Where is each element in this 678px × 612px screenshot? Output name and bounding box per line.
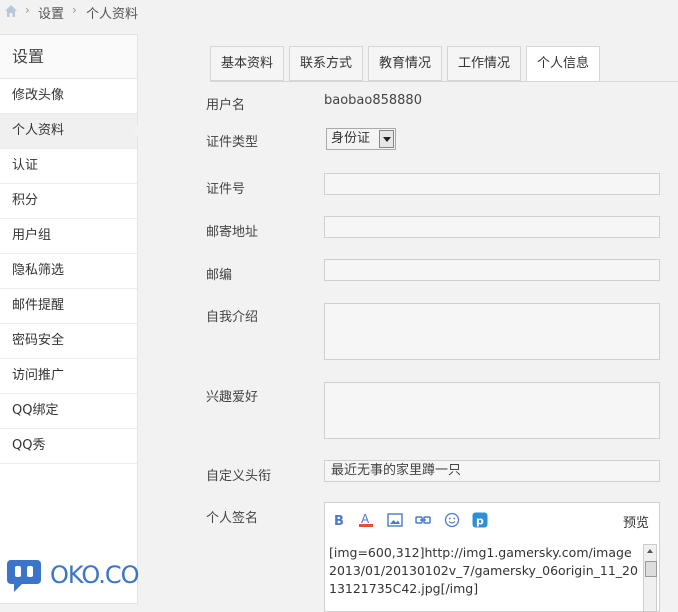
tab-education[interactable]: 教育情况 <box>368 46 442 81</box>
tab-personal-info[interactable]: 个人信息 <box>526 46 600 82</box>
editor-scrollbar[interactable] <box>643 544 657 612</box>
sidebar: 设置 修改头像 个人资料 认证 积分 用户组 隐私筛选 邮件提醒 密码安全 访问… <box>0 34 138 604</box>
address-label: 邮寄地址 <box>206 225 259 240</box>
breadcrumb-separator: › <box>25 3 30 17</box>
sidebar-item-privacy[interactable]: 隐私筛选 <box>0 254 137 289</box>
sidebar-item-profile[interactable]: 个人资料 <box>0 114 138 149</box>
sidebar-item-usergroup[interactable]: 用户组 <box>0 219 137 254</box>
svg-text:p: p <box>476 515 484 528</box>
username-value: baobao858880 <box>324 93 422 108</box>
bio-textarea[interactable] <box>324 303 660 360</box>
sidebar-item-password[interactable]: 密码安全 <box>0 324 137 359</box>
username-label: 用户名 <box>206 98 246 113</box>
breadcrumb-item-settings[interactable]: 设置 <box>38 3 64 22</box>
image-icon[interactable] <box>387 512 403 528</box>
sidebar-item-points[interactable]: 积分 <box>0 184 137 219</box>
scroll-thumb[interactable] <box>645 561 657 577</box>
idtype-selected-value: 身份证 <box>331 131 371 146</box>
chevron-down-icon[interactable] <box>379 130 394 148</box>
idtype-select[interactable]: 身份证 <box>326 128 396 150</box>
interests-label: 兴趣爱好 <box>206 390 259 405</box>
link-icon[interactable] <box>415 512 431 528</box>
main-panel: 基本资料 联系方式 教育情况 工作情况 个人信息 用户名 baobao85888… <box>138 24 678 612</box>
sidebar-item-qq-show[interactable]: QQ秀 <box>0 429 137 464</box>
svg-text:B: B <box>334 514 344 528</box>
sidebar-title: 设置 <box>0 35 137 79</box>
sidebar-item-qq-bind[interactable]: QQ绑定 <box>0 394 137 429</box>
address-input[interactable] <box>324 216 660 238</box>
preview-button[interactable]: 预览 <box>623 512 649 531</box>
signature-text[interactable]: [img=600,312]http://img1.gamersky.com/im… <box>329 544 639 598</box>
tab-divider <box>210 81 678 82</box>
app-share-icon[interactable]: p <box>472 512 488 528</box>
emoji-icon[interactable] <box>444 512 460 528</box>
bold-icon[interactable]: B <box>331 512 347 528</box>
sidebar-item-verify[interactable]: 认证 <box>0 149 137 184</box>
custom-title-input[interactable]: 最近无事的家里蹲一只 <box>324 460 660 482</box>
signature-editor[interactable]: B A p 预览 [img=600,312]http://img1.gamers… <box>324 502 660 612</box>
watermark-text: OKO.CO <box>50 561 140 589</box>
tab-basic-info[interactable]: 基本资料 <box>210 46 284 81</box>
svg-text:A: A <box>361 512 370 526</box>
sidebar-item-promotion[interactable]: 访问推广 <box>0 359 137 394</box>
chat-bubble-icon <box>7 560 41 592</box>
scroll-up-icon[interactable] <box>647 549 653 553</box>
breadcrumb-separator: › <box>72 3 77 17</box>
idnumber-label: 证件号 <box>206 182 246 197</box>
idnumber-input[interactable] <box>324 173 660 195</box>
interests-textarea[interactable] <box>324 382 660 439</box>
bio-label: 自我介绍 <box>206 310 259 325</box>
zip-input[interactable] <box>324 259 660 281</box>
signature-label: 个人签名 <box>206 511 259 526</box>
editor-toolbar: B A p 预览 <box>325 503 659 537</box>
zip-label: 邮编 <box>206 268 233 283</box>
sidebar-item-avatar[interactable]: 修改头像 <box>0 79 137 114</box>
home-icon[interactable] <box>4 4 18 18</box>
custom-title-label: 自定义头衔 <box>206 469 272 484</box>
watermark-logo: OKO.CO <box>6 557 146 595</box>
tab-work[interactable]: 工作情况 <box>447 46 521 81</box>
idtype-label: 证件类型 <box>206 135 259 150</box>
tab-contact[interactable]: 联系方式 <box>289 46 363 81</box>
font-color-icon[interactable]: A <box>358 512 374 528</box>
breadcrumb: › 设置 › 个人资料 <box>0 0 678 24</box>
breadcrumb-item-profile: 个人资料 <box>86 7 139 22</box>
sidebar-item-email-notify[interactable]: 邮件提醒 <box>0 289 137 324</box>
